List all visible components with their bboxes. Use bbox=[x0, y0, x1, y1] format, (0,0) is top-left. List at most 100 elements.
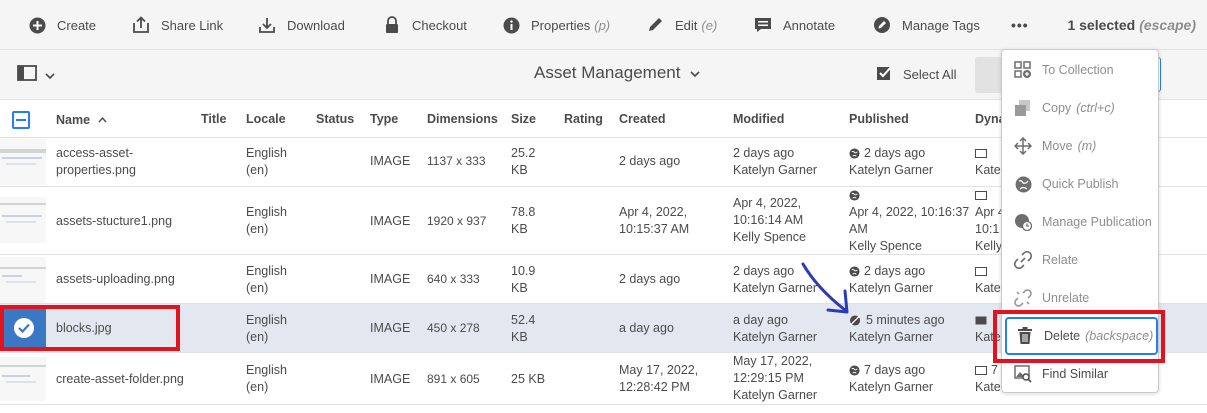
sort-ascending-icon bbox=[98, 101, 107, 138]
annotate-button[interactable]: Annotate bbox=[754, 0, 835, 50]
menu-item-manage-publication[interactable]: Manage Publication bbox=[1002, 203, 1158, 241]
manage-tags-button[interactable]: Manage Tags bbox=[873, 0, 980, 50]
share-link-button[interactable]: Share Link bbox=[132, 0, 223, 50]
asset-name[interactable]: blocks.jpg bbox=[56, 320, 112, 337]
asset-thumbnail bbox=[0, 139, 46, 185]
asset-published: 2 days ago Katelyn Garner bbox=[849, 146, 934, 177]
column-dimensions-header[interactable]: Dimensions bbox=[427, 101, 498, 138]
checkmark-icon bbox=[14, 318, 34, 338]
column-created-header[interactable]: Created bbox=[619, 101, 666, 138]
menu-item-copy[interactable]: Copy (ctrl+c) bbox=[1002, 89, 1158, 127]
menu-item-to-collection[interactable]: To Collection bbox=[1002, 51, 1158, 89]
page-title-text: Asset Management bbox=[534, 63, 681, 82]
asset-dynamic-media: Kate bbox=[975, 263, 1001, 297]
menu-item-shortcut: (m) bbox=[1077, 139, 1097, 153]
menu-item-shortcut: (ctrl+c) bbox=[1076, 101, 1115, 115]
asset-size: 25 KB bbox=[511, 372, 546, 386]
manage-publication-icon bbox=[1014, 213, 1032, 231]
menu-item-unrelate[interactable]: Unrelate bbox=[1002, 279, 1158, 317]
select-all-label: Select All bbox=[903, 66, 957, 82]
column-size-header[interactable]: Size bbox=[511, 101, 536, 138]
edit-button[interactable]: Edit (e) bbox=[646, 0, 717, 50]
plus-circle-icon bbox=[28, 16, 46, 34]
menu-item-label: To Collection bbox=[1042, 63, 1114, 77]
asset-modified: May 17, 2022, 12:29:15 PM Katelyn Garner bbox=[733, 354, 818, 402]
properties-button[interactable]: Properties (p) bbox=[502, 0, 610, 50]
globe-icon bbox=[849, 365, 860, 376]
asset-name[interactable]: assets-stucture1.png bbox=[56, 213, 172, 230]
asset-created: Apr 4, 2022, 10:15:37 AM bbox=[619, 205, 690, 236]
more-icon: ••• bbox=[1011, 17, 1029, 33]
move-icon bbox=[1014, 137, 1032, 155]
more-actions-button[interactable]: ••• bbox=[1011, 0, 1029, 50]
column-locale-header[interactable]: Locale bbox=[246, 101, 286, 138]
column-name-label: Name bbox=[56, 113, 91, 127]
asset-management-screen: Create Share Link Download Checkout Prop… bbox=[0, 0, 1207, 413]
menu-item-relate[interactable]: Relate bbox=[1002, 241, 1158, 279]
selection-count: 1 selected (escape) bbox=[1067, 0, 1196, 50]
select-all-checkbox[interactable] bbox=[12, 111, 30, 129]
column-rating-header[interactable]: Rating bbox=[564, 101, 603, 138]
asset-name[interactable]: assets-uploading.png bbox=[56, 271, 175, 288]
menu-item-label: Manage Publication bbox=[1042, 215, 1152, 229]
column-published-header[interactable]: Published bbox=[849, 101, 909, 138]
menu-item-label: Find Similar bbox=[1042, 367, 1108, 381]
edit-shortcut: (e) bbox=[701, 17, 718, 33]
asset-type: IMAGE bbox=[370, 154, 411, 168]
checkout-label: Checkout bbox=[412, 17, 467, 33]
share-icon bbox=[132, 16, 150, 34]
column-name-header[interactable]: Name bbox=[56, 101, 107, 138]
download-label: Download bbox=[287, 17, 345, 33]
asset-dimensions: 450 x 278 bbox=[427, 321, 480, 335]
asset-size: 52.4 KB bbox=[511, 313, 536, 344]
menu-item-quick-publish[interactable]: Quick Publish bbox=[1002, 165, 1158, 203]
column-type-header[interactable]: Type bbox=[370, 101, 398, 138]
add-to-collection-icon bbox=[1014, 61, 1032, 79]
asset-size: 10.9 KB bbox=[511, 264, 536, 295]
asset-thumbnail bbox=[0, 197, 46, 243]
selected-thumbnail[interactable] bbox=[2, 306, 46, 350]
select-all-icon bbox=[876, 64, 893, 84]
download-icon bbox=[258, 16, 276, 34]
column-modified-header[interactable]: Modified bbox=[733, 101, 784, 138]
asset-type: IMAGE bbox=[370, 372, 411, 386]
asset-dynamic-media: Kate bbox=[975, 145, 1001, 179]
menu-item-delete[interactable]: Delete (backspace) bbox=[1005, 317, 1158, 355]
download-button[interactable]: Download bbox=[258, 0, 345, 50]
checkout-button[interactable]: Checkout bbox=[383, 0, 467, 50]
share-link-label: Share Link bbox=[161, 17, 224, 33]
menu-item-label: Move bbox=[1042, 139, 1073, 153]
asset-name[interactable]: access-asset-properties.png bbox=[56, 145, 136, 179]
asset-name[interactable]: create-asset-folder.png bbox=[56, 371, 184, 388]
asset-published: 2 days ago Katelyn Garner bbox=[849, 264, 934, 295]
asset-dimensions: 891 x 605 bbox=[427, 372, 480, 386]
pencil-icon bbox=[646, 16, 664, 34]
info-icon bbox=[502, 16, 520, 34]
dynamic-media-icon bbox=[975, 267, 987, 276]
asset-published: 7 days ago Katelyn Garner bbox=[849, 363, 934, 394]
sidebar-icon bbox=[17, 65, 37, 86]
tag-icon bbox=[873, 16, 891, 34]
dynamic-media-icon bbox=[975, 191, 987, 200]
unlink-icon bbox=[1014, 289, 1032, 307]
menu-item-label: Unrelate bbox=[1042, 291, 1090, 305]
asset-type: IMAGE bbox=[370, 214, 411, 228]
asset-thumbnail bbox=[0, 257, 46, 303]
asset-locale: English (en) bbox=[246, 313, 287, 344]
menu-item-label: Copy bbox=[1042, 101, 1072, 115]
globe-icon bbox=[1014, 175, 1032, 193]
asset-size: 25.2 KB bbox=[511, 146, 536, 177]
asset-locale: English (en) bbox=[246, 363, 287, 394]
trash-icon bbox=[1016, 327, 1034, 345]
column-title-header[interactable]: Title bbox=[201, 101, 226, 138]
selected-label: 1 selected bbox=[1067, 17, 1136, 33]
column-status-header[interactable]: Status bbox=[316, 101, 354, 138]
asset-published: Apr 4, 2022, 10:16:37 AM Kelly Spence bbox=[849, 187, 969, 255]
menu-item-find-similar[interactable]: Find Similar bbox=[1002, 355, 1158, 393]
rail-toggle-button[interactable] bbox=[17, 65, 55, 86]
asset-dynamic-media: Kate bbox=[975, 312, 1001, 346]
select-all-button[interactable]: Select All bbox=[876, 64, 956, 84]
menu-item-move[interactable]: Move (m) bbox=[1002, 127, 1158, 165]
create-button[interactable]: Create bbox=[28, 0, 96, 50]
page-title[interactable]: Asset Management bbox=[534, 63, 701, 83]
